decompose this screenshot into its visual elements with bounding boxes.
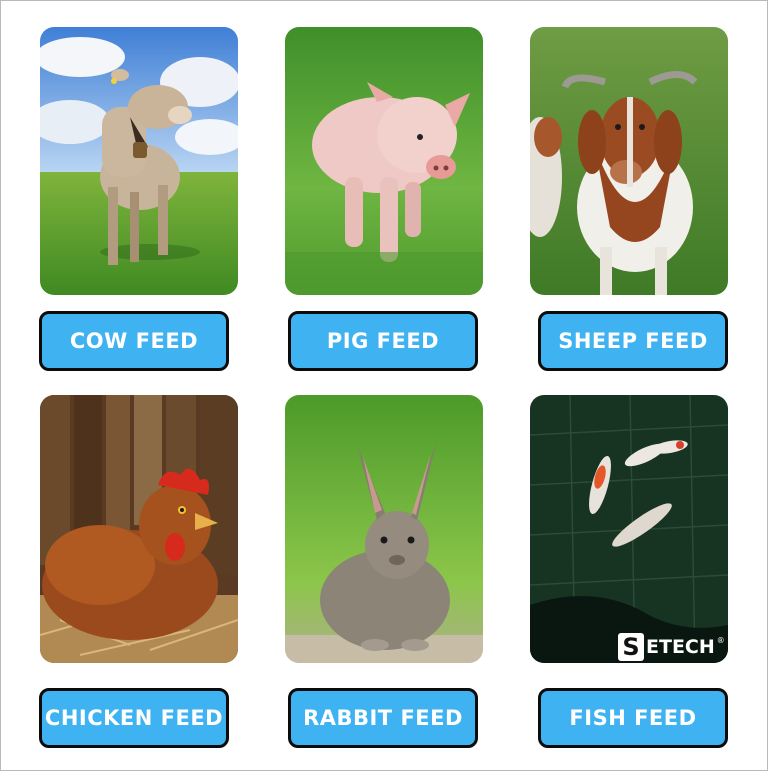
logo-initial: S [618,633,644,661]
rabbit-photo [285,395,483,663]
fish-feed-button[interactable]: FISH FEED [538,688,728,748]
pig-photo [285,27,483,295]
logo-registered-mark: ® [716,636,725,645]
goat-photo [530,27,728,295]
setech-logo: S ETECH ® [618,630,725,664]
logo-text: ETECH [646,636,715,658]
rabbit-feed-label: RABBIT FEED [303,706,463,730]
sheep-feed-label: SHEEP FEED [558,329,708,353]
cow-feed-label: COW FEED [69,329,199,353]
fish-photo [530,395,728,663]
chicken-feed-button[interactable]: CHICKEN FEED [39,688,229,748]
rabbit-feed-button[interactable]: RABBIT FEED [288,688,478,748]
chicken-photo [40,395,238,663]
sheep-feed-button[interactable]: SHEEP FEED [538,311,728,371]
chicken-feed-label: CHICKEN FEED [44,706,224,730]
pig-feed-label: PIG FEED [326,329,440,353]
cow-photo [40,27,238,295]
fish-feed-label: FISH FEED [569,706,697,730]
cow-feed-button[interactable]: COW FEED [39,311,229,371]
pig-feed-button[interactable]: PIG FEED [288,311,478,371]
